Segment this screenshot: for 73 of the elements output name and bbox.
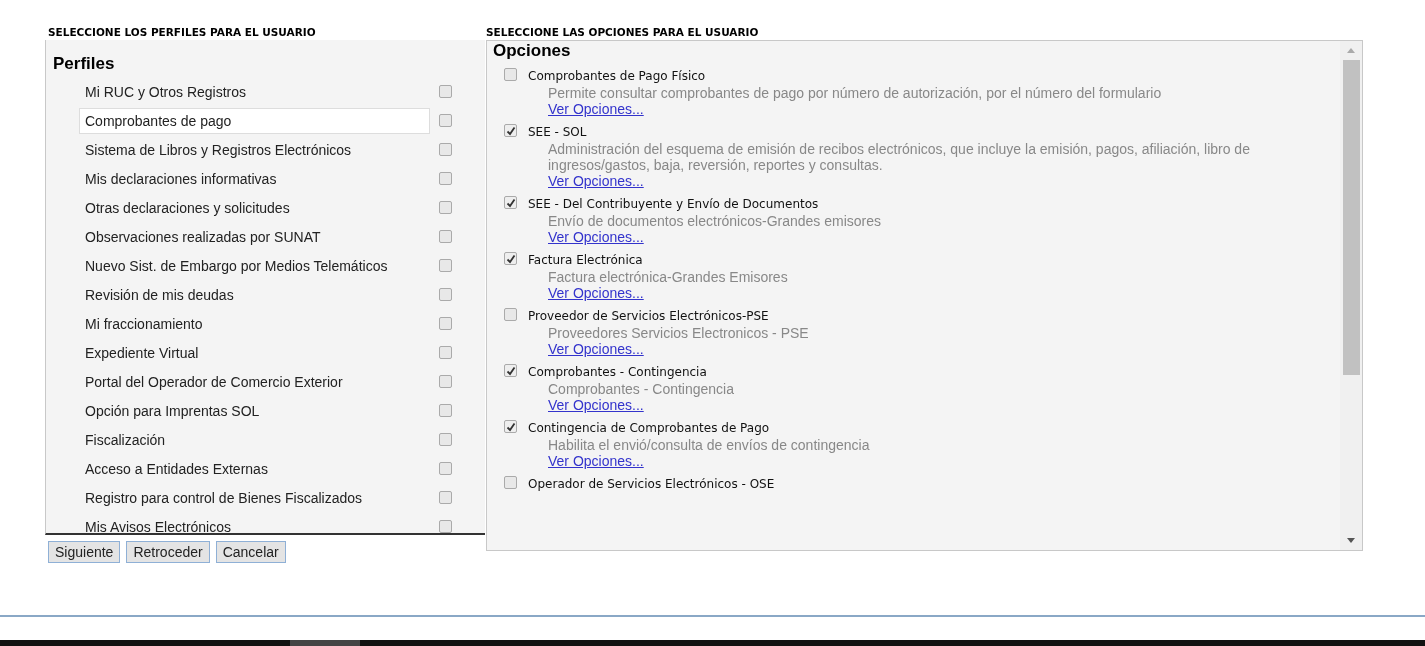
section-heading: SELECCIONE LAS OPCIONES PARA EL USUARIO [486,25,760,40]
scrollbar[interactable] [1340,41,1362,550]
checkbox[interactable] [439,259,452,272]
checkbox[interactable] [439,317,452,330]
checkbox[interactable] [439,375,452,388]
view-options-link[interactable]: Ver Opciones... [528,397,644,413]
checkbox[interactable] [439,114,452,127]
option-description: Administración del esquema de emisión de recibos electrónicos, que incluye la emisión, pagos, afiliación, libro de ingresos/gastos, baja, reversión, reportes y consultas. [547,141,1251,173]
option-name: SEE - Del Contribuyente y Envío de Documentos [528,196,819,213]
option-name: Proveedor de Servicios Electrónicos-PSE [528,308,769,325]
checkbox[interactable] [439,288,452,301]
scroll-up-icon[interactable] [1347,48,1355,53]
profile-item[interactable]: Mi fraccionamiento [79,310,430,337]
profile-item[interactable]: Mis declaraciones informativas [79,165,430,192]
checkbox[interactable] [439,520,452,533]
checkbox[interactable] [504,252,517,265]
profile-item[interactable]: Otras declaraciones y solicitudes [79,194,430,221]
checkbox[interactable] [439,85,452,98]
profile-item[interactable]: Observaciones realizadas por SUNAT [79,223,430,250]
option-name: SEE - SOL [528,124,587,141]
scrollbar-thumb[interactable] [1342,60,1360,375]
option-name: Comprobantes - Contingencia [528,364,707,381]
option-description: Habilita el envió/consulta de envíos de contingencia [547,437,870,453]
option-description: Envío de documentos electrónicos-Grandes emisores [547,213,882,229]
form-button[interactable]: Retroceder [126,541,210,563]
profile-item[interactable]: Registro para control de Bienes Fiscalizados [79,484,430,511]
panel-title: Perfiles [52,53,116,75]
option-name: Operador de Servicios Electrónicos - OSE [528,476,775,493]
profile-item[interactable]: Opción para Imprentas SOL [79,397,430,424]
section-heading: SELECCIONE LOS PERFILES PARA EL USUARIO [47,25,317,40]
profile-item[interactable]: Mis Avisos Electrónicos [79,513,430,533]
profile-item[interactable]: Mi RUC y Otros Registros [79,78,430,105]
checkbox[interactable] [439,433,452,446]
form-button[interactable]: Cancelar [215,541,286,563]
panel-title: Opciones [493,41,572,61]
view-options-link[interactable]: Ver Opciones... [528,341,644,357]
checkbox[interactable] [439,491,452,504]
option-description: Permite consultar comprobantes de pago por número de autorización, por el número del formulario [547,85,1162,101]
option-name: Contingencia de Comprobantes de Pago [528,420,770,437]
checkbox[interactable] [504,364,517,377]
checkbox[interactable] [504,476,517,489]
form-button[interactable]: Siguiente [48,541,121,563]
profile-item[interactable]: Expediente Virtual [79,339,430,366]
checkbox[interactable] [439,143,452,156]
option-description: Factura electrónica-Grandes Emisores [547,269,788,285]
profile-item[interactable]: Nuevo Sist. de Embargo por Medios Telemáticos [79,252,430,279]
profile-item[interactable]: Sistema de Libros y Registros Electrónicos [79,136,430,163]
option-name: Factura Electrónica [528,252,643,269]
profile-item[interactable]: Portal del Operador de Comercio Exterior [79,368,430,395]
profile-item[interactable]: Comprobantes de pago [79,107,430,134]
checkbox[interactable] [504,68,517,81]
option-description: Proveedores Servicios Electronicos - PSE [547,325,809,341]
checkbox[interactable] [439,346,452,359]
checkbox[interactable] [504,124,517,137]
view-options-link[interactable]: Ver Opciones... [528,173,644,189]
view-options-link[interactable]: Ver Opciones... [528,229,644,245]
checkbox[interactable] [504,420,517,433]
profile-item[interactable]: Revisión de mis deudas [79,281,430,308]
profile-item[interactable]: Acceso a Entidades Externas [79,455,430,482]
scroll-down-icon[interactable] [1347,538,1355,543]
profile-item[interactable]: Fiscalización [79,426,430,453]
view-options-link[interactable]: Ver Opciones... [528,101,644,117]
checkbox[interactable] [504,196,517,209]
option-name: Comprobantes de Pago Físico [528,68,706,85]
checkbox[interactable] [439,462,452,475]
view-options-link[interactable]: Ver Opciones... [528,285,644,301]
checkbox[interactable] [439,172,452,185]
checkbox[interactable] [439,201,452,214]
checkbox[interactable] [439,230,452,243]
checkbox[interactable] [439,404,452,417]
option-description: Comprobantes - Contingencia [547,381,734,397]
view-options-link[interactable]: Ver Opciones... [528,453,644,469]
checkbox[interactable] [504,308,517,321]
